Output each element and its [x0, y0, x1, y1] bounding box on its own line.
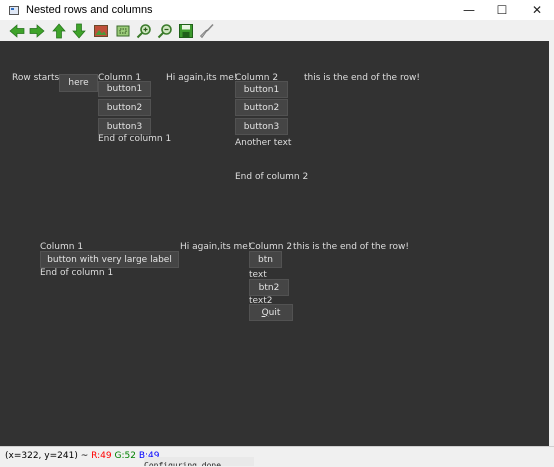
row1-col2-button3[interactable]: button3 [235, 118, 288, 135]
back-arrow-icon[interactable] [9, 23, 25, 39]
row1-col1-button2[interactable]: button2 [98, 99, 151, 116]
row2-end-label: this is the end of the row! [293, 242, 409, 252]
row1-col2-button1[interactable]: button1 [235, 81, 288, 98]
maximize-button[interactable]: ☐ [485, 0, 519, 20]
here-button-label: here [68, 78, 89, 88]
close-button[interactable]: ✕ [520, 0, 554, 20]
clean-icon[interactable] [199, 23, 215, 39]
window-title: Nested rows and columns [26, 4, 153, 16]
save-icon[interactable] [178, 23, 194, 39]
status-readout: (x=322, y=241) ~ R:49 G:52 B:49 [5, 451, 159, 461]
forward-arrow-icon[interactable] [29, 23, 45, 39]
quit-mnemonic: Q [261, 307, 269, 318]
row1-col1-button1[interactable]: button1 [98, 81, 151, 97]
row1-another-text: Another text [235, 138, 292, 148]
title-bar: Nested rows and columns — ☐ ✕ [0, 0, 554, 20]
app-icon [9, 6, 19, 15]
row2-hi-again-label: Hi again,its me! [180, 242, 252, 252]
button-label: btn [258, 254, 273, 265]
window-border [549, 41, 554, 446]
minimize-button[interactable]: — [452, 0, 486, 20]
button-label: btn2 [258, 282, 280, 293]
cursor-coords: (x=322, y=241) ~ [5, 451, 89, 461]
status-bar: (x=322, y=241) ~ R:49 G:52 B:49 [0, 446, 554, 467]
row1-column1-end: End of column 1 [98, 134, 172, 144]
toolbar [0, 20, 554, 42]
button-label: button3 [106, 121, 143, 132]
button-label: button2 [106, 102, 143, 113]
row1-col2-button2[interactable]: button2 [235, 99, 288, 116]
quit-rest: uit [268, 307, 281, 318]
button-label: button with very large label [47, 254, 172, 265]
btn-button[interactable]: btn [249, 251, 282, 268]
large-label-button[interactable]: button with very large label [40, 251, 179, 268]
here-button[interactable]: here [59, 74, 98, 92]
quit-button-label: Quit [262, 308, 281, 318]
row2-column1-end: End of column 1 [40, 268, 114, 278]
button-label: button1 [243, 84, 280, 95]
red-value: R:49 [91, 451, 112, 461]
btn2-button[interactable]: btn2 [249, 279, 289, 296]
zoom-in-icon[interactable] [136, 23, 152, 39]
row1-column2-end: End of column 2 [235, 172, 309, 182]
select-icon[interactable] [115, 23, 131, 39]
green-value: G:52 [114, 451, 136, 461]
button-label: button2 [243, 102, 280, 113]
row-starts-label: Row starts [12, 73, 60, 83]
row1-end-label: this is the end of the row! [304, 73, 420, 83]
row1-col1-button3[interactable]: button3 [98, 118, 151, 135]
background-terminal-text: Configuring done [144, 457, 254, 466]
button-label: button1 [106, 84, 143, 94]
row1-hi-again-label: Hi again,its me! [166, 73, 238, 83]
down-arrow-icon[interactable] [71, 23, 87, 39]
quit-button[interactable]: Quit [249, 304, 293, 321]
zoom-out-icon[interactable] [157, 23, 173, 39]
button-label: button3 [243, 121, 280, 132]
up-arrow-icon[interactable] [51, 23, 67, 39]
image-icon[interactable] [93, 23, 109, 39]
